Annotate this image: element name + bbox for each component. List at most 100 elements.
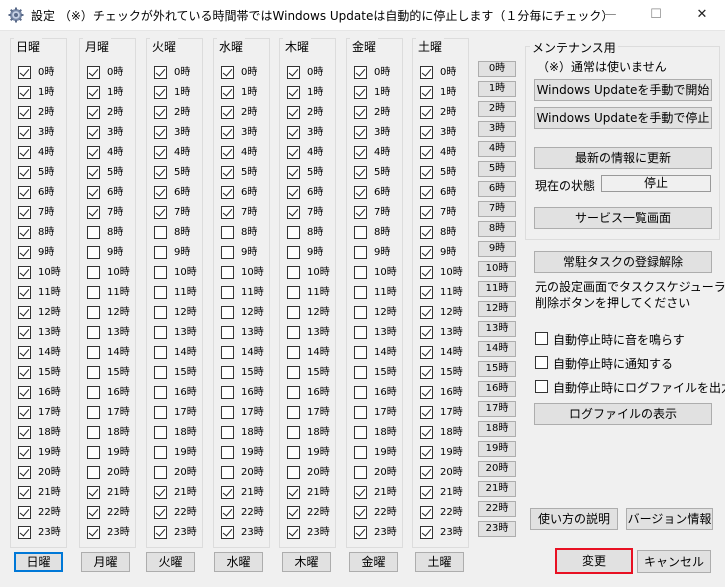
hour-checkbox[interactable]	[87, 126, 100, 139]
hour-checkbox[interactable]	[18, 306, 31, 319]
hour-checkbox[interactable]	[18, 146, 31, 159]
hour-checkbox[interactable]	[221, 146, 234, 159]
cancel-button[interactable]: キャンセル	[637, 550, 711, 573]
hour-checkbox[interactable]	[18, 506, 31, 519]
hour-checkbox[interactable]	[287, 506, 300, 519]
hour-checkbox[interactable]	[287, 406, 300, 419]
hour-select-button[interactable]: 5時	[478, 161, 516, 177]
hour-checkbox[interactable]	[420, 246, 433, 259]
hour-checkbox[interactable]	[87, 406, 100, 419]
help-button[interactable]: 使い方の説明	[530, 508, 618, 530]
hour-select-button[interactable]: 10時	[478, 261, 516, 277]
hour-checkbox[interactable]	[420, 506, 433, 519]
hour-checkbox[interactable]	[354, 186, 367, 199]
hour-checkbox[interactable]	[420, 366, 433, 379]
hour-checkbox[interactable]	[221, 286, 234, 299]
hour-checkbox[interactable]	[420, 226, 433, 239]
hour-checkbox[interactable]	[420, 426, 433, 439]
hour-checkbox[interactable]	[420, 66, 433, 79]
hour-checkbox[interactable]	[221, 226, 234, 239]
hour-checkbox[interactable]	[87, 166, 100, 179]
hour-select-button[interactable]: 22時	[478, 501, 516, 517]
hour-checkbox[interactable]	[354, 506, 367, 519]
hour-checkbox[interactable]	[420, 186, 433, 199]
day-select-button[interactable]: 月曜	[81, 552, 130, 572]
hour-checkbox[interactable]	[287, 166, 300, 179]
hour-checkbox[interactable]	[87, 226, 100, 239]
services-button[interactable]: サービス一覧画面	[534, 207, 712, 229]
hour-checkbox[interactable]	[354, 106, 367, 119]
hour-select-button[interactable]: 3時	[478, 121, 516, 137]
hour-checkbox[interactable]	[87, 146, 100, 159]
hour-checkbox[interactable]	[354, 246, 367, 259]
hour-checkbox[interactable]	[221, 346, 234, 359]
hour-checkbox[interactable]	[154, 326, 167, 339]
hour-select-button[interactable]: 23時	[478, 521, 516, 537]
hour-checkbox[interactable]	[420, 466, 433, 479]
hour-checkbox[interactable]	[354, 446, 367, 459]
option-sound-checkbox[interactable]	[535, 332, 548, 345]
hour-checkbox[interactable]	[221, 386, 234, 399]
hour-checkbox[interactable]	[287, 526, 300, 539]
hour-select-button[interactable]: 12時	[478, 301, 516, 317]
hour-checkbox[interactable]	[87, 106, 100, 119]
hour-checkbox[interactable]	[420, 206, 433, 219]
hour-checkbox[interactable]	[354, 146, 367, 159]
hour-checkbox[interactable]	[287, 206, 300, 219]
hour-checkbox[interactable]	[221, 86, 234, 99]
hour-checkbox[interactable]	[18, 486, 31, 499]
hour-checkbox[interactable]	[354, 206, 367, 219]
hour-checkbox[interactable]	[87, 346, 100, 359]
hour-checkbox[interactable]	[87, 486, 100, 499]
hour-checkbox[interactable]	[18, 386, 31, 399]
day-select-button[interactable]: 金曜	[349, 552, 398, 572]
hour-checkbox[interactable]	[154, 446, 167, 459]
hour-checkbox[interactable]	[287, 286, 300, 299]
hour-select-button[interactable]: 6時	[478, 181, 516, 197]
hour-checkbox[interactable]	[18, 126, 31, 139]
hour-checkbox[interactable]	[18, 206, 31, 219]
hour-checkbox[interactable]	[87, 366, 100, 379]
hour-select-button[interactable]: 15時	[478, 361, 516, 377]
hour-checkbox[interactable]	[287, 86, 300, 99]
hour-checkbox[interactable]	[287, 126, 300, 139]
hour-checkbox[interactable]	[221, 326, 234, 339]
hour-checkbox[interactable]	[287, 466, 300, 479]
hour-checkbox[interactable]	[154, 346, 167, 359]
hour-checkbox[interactable]	[18, 226, 31, 239]
hour-checkbox[interactable]	[18, 66, 31, 79]
hour-checkbox[interactable]	[154, 126, 167, 139]
hour-checkbox[interactable]	[87, 386, 100, 399]
hour-checkbox[interactable]	[287, 326, 300, 339]
hour-checkbox[interactable]	[18, 186, 31, 199]
unregister-task-button[interactable]: 常駐タスクの登録解除	[534, 251, 712, 273]
apply-button[interactable]: 変更	[555, 548, 633, 574]
hour-checkbox[interactable]	[221, 406, 234, 419]
hour-checkbox[interactable]	[154, 146, 167, 159]
hour-checkbox[interactable]	[221, 526, 234, 539]
hour-checkbox[interactable]	[18, 86, 31, 99]
hour-checkbox[interactable]	[154, 206, 167, 219]
hour-checkbox[interactable]	[287, 426, 300, 439]
hour-checkbox[interactable]	[221, 366, 234, 379]
hour-select-button[interactable]: 17時	[478, 401, 516, 417]
hour-checkbox[interactable]	[87, 306, 100, 319]
refresh-button[interactable]: 最新の情報に更新	[534, 147, 712, 169]
hour-checkbox[interactable]	[354, 526, 367, 539]
hour-checkbox[interactable]	[221, 466, 234, 479]
hour-checkbox[interactable]	[221, 266, 234, 279]
hour-select-button[interactable]: 21時	[478, 481, 516, 497]
version-button[interactable]: バージョン情報	[626, 508, 713, 530]
day-select-button[interactable]: 水曜	[214, 552, 263, 572]
hour-checkbox[interactable]	[154, 286, 167, 299]
hour-checkbox[interactable]	[18, 266, 31, 279]
hour-select-button[interactable]: 18時	[478, 421, 516, 437]
hour-checkbox[interactable]	[420, 306, 433, 319]
hour-select-button[interactable]: 4時	[478, 141, 516, 157]
hour-checkbox[interactable]	[221, 166, 234, 179]
hour-checkbox[interactable]	[154, 246, 167, 259]
hour-checkbox[interactable]	[354, 406, 367, 419]
hour-checkbox[interactable]	[420, 166, 433, 179]
hour-checkbox[interactable]	[154, 306, 167, 319]
maximize-button[interactable]: ☐	[633, 0, 679, 30]
